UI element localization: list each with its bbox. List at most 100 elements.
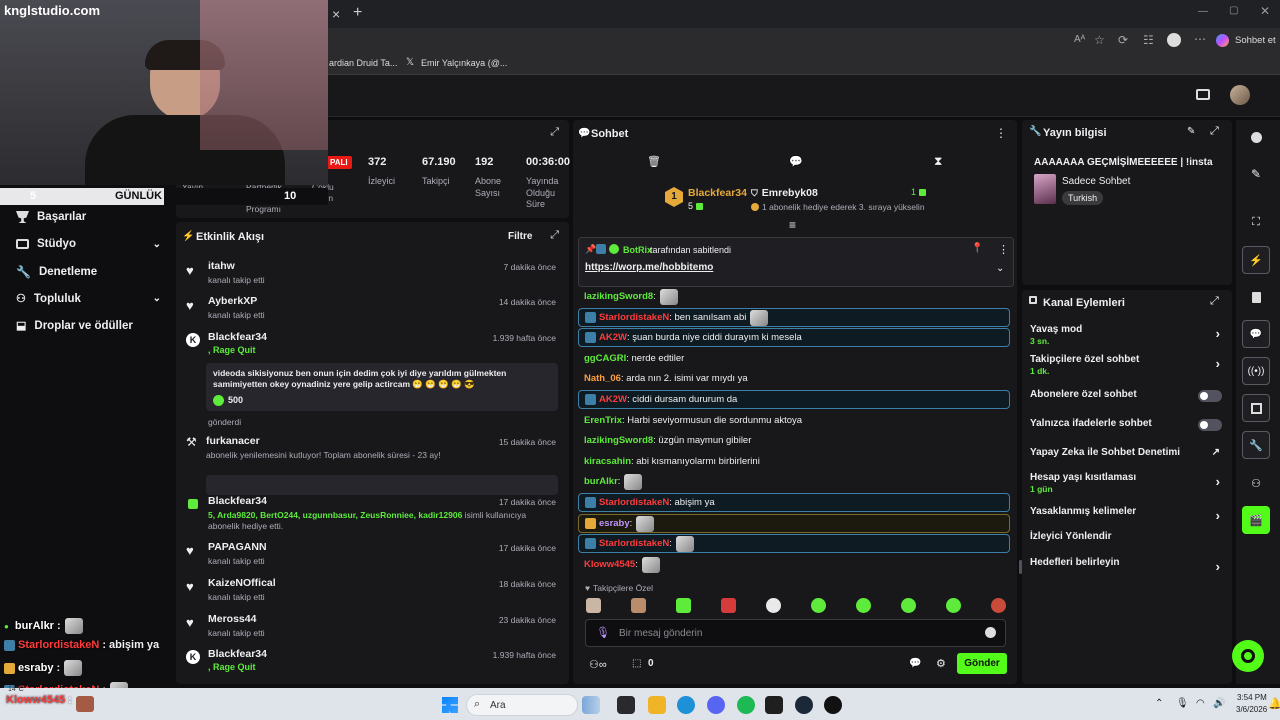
refresh-icon[interactable]: ⟳ (1118, 33, 1128, 47)
document-icon[interactable] (1242, 283, 1270, 311)
emoji-icon[interactable] (985, 627, 996, 638)
channel-action-item[interactable]: Yapay Zeka ile Sohbet Denetimi ↗ (1030, 447, 1226, 469)
channel-action-item[interactable]: Yasaklanmış kelimeler › (1030, 506, 1226, 528)
close-tab-icon[interactable]: × (332, 6, 340, 22)
channel-action-item[interactable]: Takipçilere özel sohbet 1 dk. › (1030, 354, 1226, 376)
collections-icon[interactable]: ☷ (1143, 33, 1154, 47)
chat-username[interactable]: AK2W (599, 394, 627, 405)
send-button[interactable]: Gönder (957, 653, 1007, 674)
feed-user[interactable]: PAPAGANN (208, 541, 267, 553)
obs-icon[interactable] (824, 696, 842, 714)
popout-icon[interactable]: ⤢ (1210, 295, 1219, 308)
chat-username[interactable]: ErenTrix (584, 415, 622, 426)
volume-icon[interactable]: 🔊 (1213, 698, 1225, 709)
feed-user[interactable]: Blackfear34 (208, 648, 267, 660)
chat-username[interactable]: kiracsahin (584, 456, 631, 467)
info-icon[interactable] (1242, 123, 1270, 151)
favorite-star-icon[interactable]: ☆ (1094, 33, 1105, 47)
help-headset-button[interactable] (1232, 640, 1264, 672)
gear-icon[interactable]: ⚙ (936, 657, 946, 670)
sidebar-item-drops[interactable]: ⬓ Droplar ve ödüller (16, 319, 133, 333)
sidebar-item-studio[interactable]: Stüdyo ⌄ (16, 238, 161, 250)
chat-username[interactable]: Nath_06 (584, 373, 621, 384)
hourglass-icon[interactable]: ⧗ (934, 154, 942, 169)
bookmark-item[interactable]: Emir Yalçınkaya (@... (421, 58, 507, 68)
popout-icon[interactable]: ⤢ (550, 126, 559, 139)
wrench-icon[interactable]: 🔧 (1242, 431, 1270, 459)
top-gifter[interactable]: Blackfear34 (688, 187, 747, 199)
chevron-right-icon[interactable]: › (1216, 559, 1220, 574)
chevron-right-icon[interactable]: › (1216, 474, 1220, 489)
emote-button[interactable] (721, 598, 736, 613)
task-view-icon[interactable] (617, 696, 635, 714)
popout-icon[interactable]: ⤢ (1210, 125, 1219, 138)
kebab-menu-icon[interactable]: ⋮ (995, 126, 1007, 140)
channel-action-item[interactable]: Hesap yaşı kısıtlaması 1 gün › (1030, 472, 1226, 494)
fullscreen-icon[interactable]: ⛶ (1242, 208, 1270, 236)
pinned-by-user[interactable]: BotRix (623, 245, 652, 255)
channel-action-item[interactable]: Abonelere özel sohbet (1030, 389, 1226, 411)
channel-action-item[interactable]: Yavaş mod 3 sn. › (1030, 324, 1226, 346)
chat-message[interactable]: burAlkr: (578, 472, 1010, 491)
mic-icon[interactable]: 🎙 (596, 626, 610, 639)
sidebar-item-moderation[interactable]: 🔧 Denetleme (16, 265, 97, 279)
chat-username[interactable]: StarlordistakeN (599, 497, 669, 508)
copilot-label[interactable]: Sohbet et (1235, 35, 1276, 46)
chat-message[interactable]: StarlordistakeN: abişim ya (578, 493, 1010, 512)
bolt-icon[interactable]: ⚡ (1242, 246, 1270, 274)
chat-message[interactable]: lazikingSword8: üzgün maymun gibiler (578, 431, 1010, 450)
wifi-icon[interactable]: ◠ (1196, 698, 1205, 709)
user-avatar[interactable] (1230, 85, 1250, 105)
channel-action-item[interactable]: İzleyici Yönlendir (1030, 531, 1226, 553)
copilot-icon[interactable] (1216, 34, 1229, 47)
sidebar-item-achievements[interactable]: Başarılar (16, 211, 86, 223)
feed-user[interactable]: KaizeNOffical (208, 577, 276, 589)
terminal-icon[interactable] (765, 696, 783, 714)
chat-bubbles-icon[interactable]: 💬 (909, 658, 921, 669)
chat-mode-icon[interactable]: 💬 (789, 155, 803, 168)
chat-message[interactable]: AK2W: şuan burda niye ciddi durayım ki m… (578, 328, 1010, 347)
feed-user[interactable]: furkanacer (206, 435, 441, 447)
notification-bell-icon[interactable]: 🔔 (1268, 697, 1280, 710)
chevron-down-icon[interactable]: ⌄ (153, 239, 161, 250)
feed-user[interactable]: itahw (208, 260, 265, 272)
chat-input-box[interactable]: 🎙 Bir mesaj gönderin (585, 619, 1006, 647)
channel-action-item[interactable]: Yalnızca ifadelerle sohbet (1030, 418, 1226, 440)
chevron-down-icon[interactable]: ⌄ (153, 293, 161, 304)
chat-message[interactable]: esraby: (578, 514, 1010, 533)
more-menu-icon[interactable]: ⋯ (1194, 32, 1206, 46)
clapper-icon[interactable]: 🎬 (1242, 506, 1270, 534)
stream-tag[interactable]: Turkish (1062, 191, 1104, 205)
bookmark-item[interactable]: ardian Druid Ta... (329, 58, 397, 68)
chat-username[interactable]: burAlkr (584, 476, 618, 487)
emote-button[interactable] (586, 598, 601, 613)
widget-icon[interactable] (582, 696, 600, 714)
edit-pencil-icon[interactable]: ✎ (1242, 160, 1270, 188)
chat-username[interactable]: esraby (599, 518, 630, 529)
chevron-right-icon[interactable]: › (1216, 508, 1220, 523)
toggle-switch[interactable] (1198, 419, 1222, 431)
chat-username[interactable]: lazikingSword8 (584, 435, 653, 446)
close-window-icon[interactable]: ✕ (1260, 4, 1270, 18)
emote-button[interactable] (811, 598, 826, 613)
channel-action-item[interactable]: Hedefleri belirleyin › (1030, 557, 1226, 579)
clock-date[interactable]: 3/6/2026 (1236, 705, 1267, 714)
popout-icon[interactable]: ⤢ (550, 229, 559, 242)
chat-username[interactable]: StarlordistakeN (599, 312, 669, 323)
emote-button[interactable] (766, 598, 781, 613)
feed-user[interactable]: Blackfear34 (208, 495, 528, 507)
edit-pencil-icon[interactable]: ✎ (1187, 126, 1195, 137)
clock-time[interactable]: 3:54 PM (1237, 693, 1267, 702)
maximize-icon[interactable]: ▢ (1229, 5, 1238, 16)
chevron-right-icon[interactable]: › (1216, 326, 1220, 341)
emote-button[interactable] (676, 598, 691, 613)
filter-button[interactable]: Filtre (508, 231, 532, 242)
chat-message[interactable]: AK2W: ciddi dursam dururum da (578, 390, 1010, 409)
collapse-leaderboard-icon[interactable]: ≡ (789, 218, 796, 232)
emote-button[interactable] (631, 598, 646, 613)
emote-button[interactable] (946, 598, 961, 613)
feed-user[interactable]: AyberkXP (208, 295, 265, 307)
chat-username[interactable]: StarlordistakeN (599, 538, 669, 549)
broadcast-icon[interactable]: ((•)) (1242, 357, 1270, 385)
points-store-icon[interactable]: ⬚ (632, 658, 641, 669)
